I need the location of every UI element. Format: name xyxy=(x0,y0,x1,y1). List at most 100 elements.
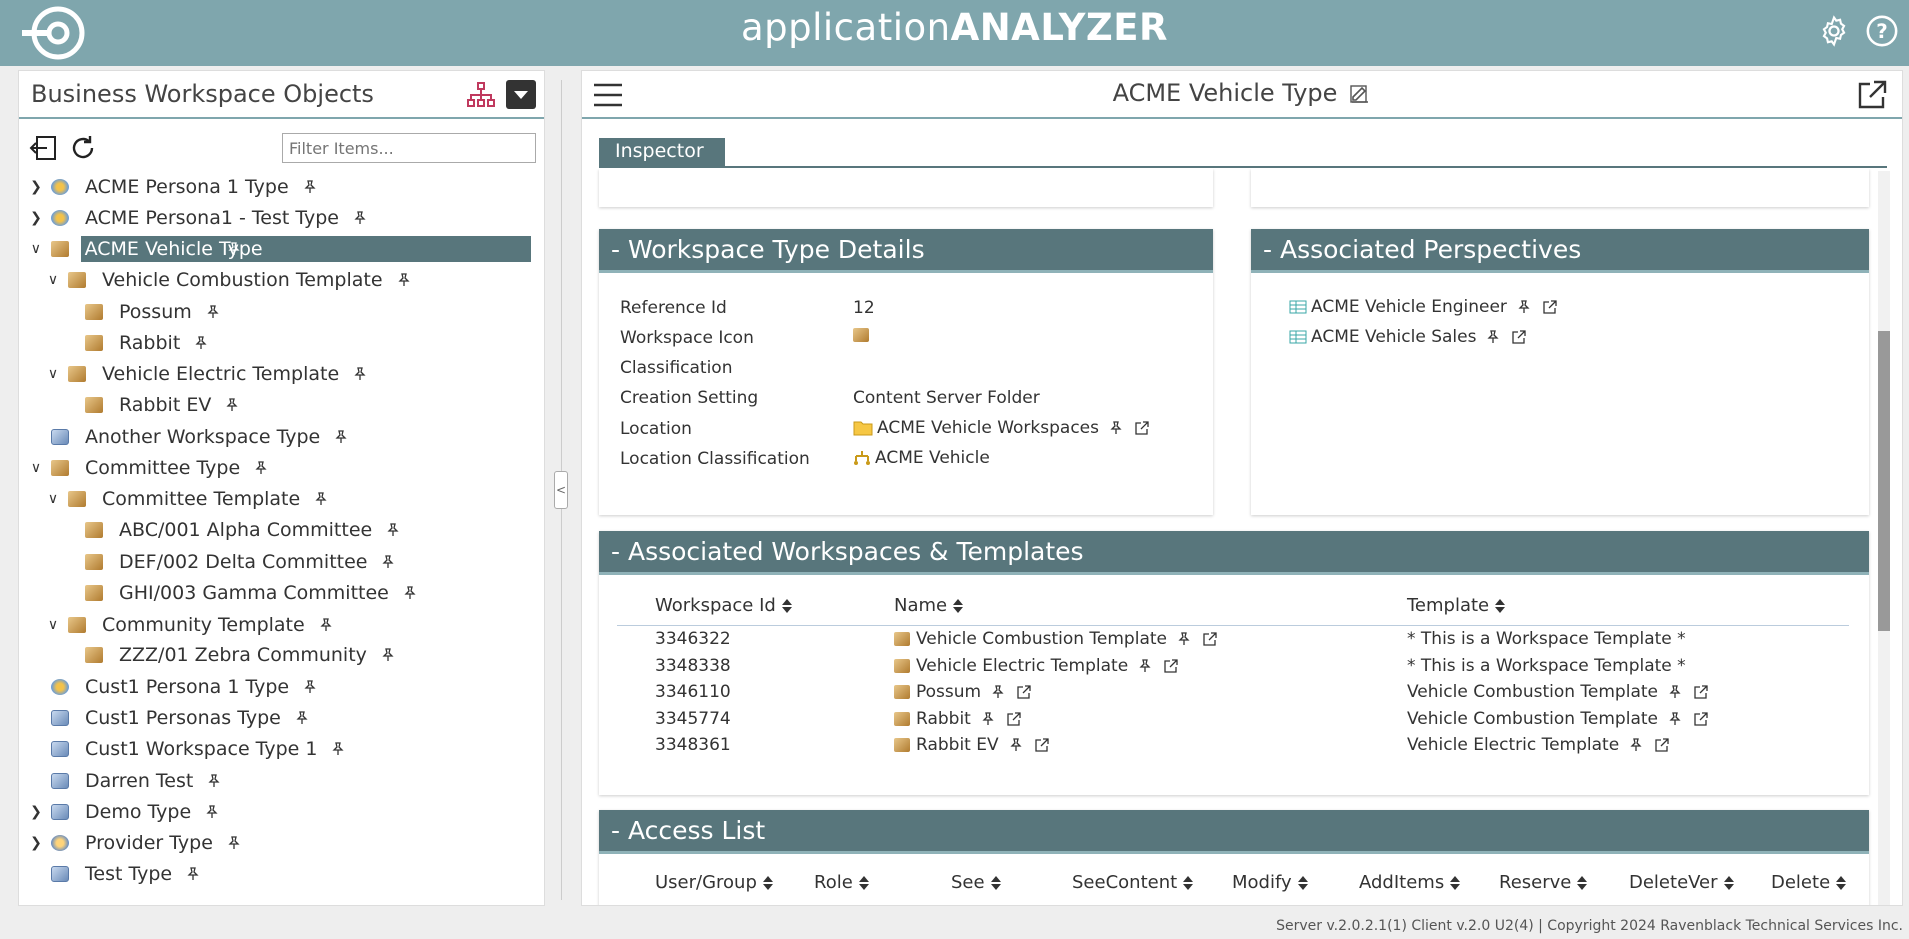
pin-icon[interactable] xyxy=(227,836,241,850)
column-header-workspace-id[interactable]: Workspace Id xyxy=(655,595,792,616)
tree-item[interactable]: ∨ Committee Type xyxy=(29,454,268,482)
tree-item[interactable]: ZZZ/01 Zebra Community xyxy=(63,641,395,669)
scrollbar[interactable] xyxy=(1878,171,1890,905)
tree-item-label[interactable]: ACME Persona1 - Test Type xyxy=(81,207,343,229)
tree-item[interactable]: Cust1 Persona 1 Type xyxy=(29,673,317,701)
sort-icon[interactable] xyxy=(1723,876,1734,890)
access-column-header[interactable]: Reserve xyxy=(1499,872,1588,893)
pin-icon[interactable] xyxy=(254,461,268,475)
pin-icon[interactable] xyxy=(1517,300,1531,314)
pin-icon[interactable] xyxy=(227,242,241,256)
sort-icon[interactable] xyxy=(858,876,869,890)
template-label[interactable]: Vehicle Combustion Template xyxy=(1407,709,1658,729)
tree-item-label[interactable]: ACME Vehicle Type xyxy=(80,236,532,262)
details-header[interactable]: - Workspace Type Details xyxy=(599,229,1213,273)
scrollbar-thumb[interactable] xyxy=(1878,331,1890,631)
access-column-header[interactable]: See xyxy=(951,872,1001,893)
tab-inspector[interactable]: Inspector xyxy=(599,138,725,167)
tree-item[interactable]: ❯ Demo Type xyxy=(29,798,219,826)
workspace-name-link[interactable]: Possum xyxy=(916,682,981,702)
open-external-icon[interactable] xyxy=(1034,738,1049,752)
tree-item-label[interactable]: Possum xyxy=(115,301,196,323)
sort-icon[interactable] xyxy=(1836,876,1847,890)
tree-item-label[interactable]: Committee Type xyxy=(81,457,244,479)
workspace-name-link[interactable]: Vehicle Combustion Template xyxy=(916,629,1167,649)
open-external-icon[interactable] xyxy=(1164,658,1178,673)
location-link[interactable]: ACME Vehicle Workspaces xyxy=(877,418,1099,438)
chevron-down-icon[interactable]: ∨ xyxy=(29,241,43,257)
tree-item[interactable]: Possum xyxy=(63,298,220,326)
open-external-icon[interactable] xyxy=(1694,685,1708,699)
tree-item-label[interactable]: ABC/001 Alpha Committee xyxy=(115,519,376,541)
open-external-icon[interactable] xyxy=(1007,711,1021,726)
pin-icon[interactable] xyxy=(397,273,411,287)
access-column-header[interactable]: Modify xyxy=(1232,872,1308,893)
pin-icon[interactable] xyxy=(1009,738,1023,752)
pin-icon[interactable] xyxy=(403,586,417,600)
tree-item[interactable]: ❯ ACME Persona 1 Type xyxy=(29,173,317,201)
pin-icon[interactable] xyxy=(1668,711,1682,726)
open-external-icon[interactable] xyxy=(1655,738,1669,752)
collapse-panel-handle[interactable]: < xyxy=(554,471,568,509)
open-external-icon[interactable] xyxy=(1512,330,1527,344)
open-external-icon[interactable] xyxy=(1694,711,1708,726)
chevron-down-icon[interactable]: ∨ xyxy=(46,366,60,382)
sort-icon[interactable] xyxy=(1183,876,1194,890)
pin-icon[interactable] xyxy=(981,711,995,726)
sort-icon[interactable] xyxy=(990,876,1001,890)
chevron-down-icon[interactable]: ∨ xyxy=(29,460,43,476)
edit-icon[interactable] xyxy=(1349,83,1371,105)
chevron-right-icon[interactable]: ❯ xyxy=(29,179,43,195)
pin-icon[interactable] xyxy=(386,523,400,537)
workspace-name-link[interactable]: Rabbit EV xyxy=(916,735,999,755)
pin-icon[interactable] xyxy=(1177,632,1191,646)
pin-icon[interactable] xyxy=(334,430,348,444)
pin-icon[interactable] xyxy=(194,336,208,350)
pin-icon[interactable] xyxy=(1668,685,1682,699)
sort-icon[interactable] xyxy=(953,599,964,613)
sort-icon[interactable] xyxy=(1495,599,1506,613)
open-external-icon[interactable] xyxy=(1017,685,1031,699)
pin-icon[interactable] xyxy=(303,680,317,694)
tree-item-label[interactable]: Committee Template xyxy=(98,488,304,510)
access-column-header[interactable]: User/Group xyxy=(655,872,773,893)
tree-item[interactable]: ∨ Committee Template xyxy=(46,485,328,513)
tree-item[interactable]: ❯ ACME Persona1 - Test Type xyxy=(29,204,367,232)
tree-item[interactable]: ❯ Provider Type xyxy=(29,829,241,857)
refresh-icon[interactable] xyxy=(68,133,98,163)
tree-item-label[interactable]: ACME Persona 1 Type xyxy=(81,176,293,198)
tree-item-label[interactable]: ZZZ/01 Zebra Community xyxy=(115,644,371,666)
tree-item[interactable]: Rabbit EV xyxy=(63,391,239,419)
tree-item-label[interactable]: Another Workspace Type xyxy=(81,426,324,448)
tree-item-label[interactable]: Cust1 Personas Type xyxy=(81,707,285,729)
tree-item-label[interactable]: Cust1 Workspace Type 1 xyxy=(81,738,321,760)
tree-item-label[interactable]: Test Type xyxy=(81,863,176,885)
tree-item[interactable]: ∨ Community Template xyxy=(46,611,333,639)
open-external-icon[interactable] xyxy=(1543,300,1557,314)
tree-item[interactable]: Darren Test xyxy=(29,767,221,795)
access-column-header[interactable]: Delete xyxy=(1771,872,1847,893)
workspace-name-link[interactable]: Rabbit xyxy=(916,709,971,729)
tree-item[interactable]: Cust1 Workspace Type 1 xyxy=(29,735,345,763)
workspaces-header[interactable]: - Associated Workspaces & Templates xyxy=(599,531,1869,575)
open-external-icon[interactable] xyxy=(1856,79,1888,111)
tree-item[interactable]: ∨ Vehicle Combustion Template xyxy=(46,266,411,294)
tree-item[interactable]: DEF/002 Delta Committee xyxy=(63,548,395,576)
access-column-header[interactable]: SeeContent xyxy=(1072,872,1194,893)
gear-icon[interactable] xyxy=(1817,14,1851,48)
chevron-right-icon[interactable]: ❯ xyxy=(29,210,43,226)
pin-icon[interactable] xyxy=(1109,421,1123,435)
pin-icon[interactable] xyxy=(186,867,200,881)
tree-item-label[interactable]: Vehicle Electric Template xyxy=(98,363,343,385)
chevron-right-icon[interactable]: ❯ xyxy=(29,804,43,820)
open-external-icon[interactable] xyxy=(1135,421,1149,435)
hierarchy-icon[interactable] xyxy=(466,81,496,109)
column-header-name[interactable]: Name xyxy=(894,595,964,616)
tree-item[interactable]: GHI/003 Gamma Committee xyxy=(63,579,417,607)
pin-icon[interactable] xyxy=(295,711,309,725)
tree-item[interactable]: Rabbit xyxy=(63,329,208,357)
pin-icon[interactable] xyxy=(381,555,395,569)
tree-item[interactable]: Test Type xyxy=(29,860,200,888)
open-external-icon[interactable] xyxy=(1203,632,1217,646)
pin-icon[interactable] xyxy=(206,305,220,319)
